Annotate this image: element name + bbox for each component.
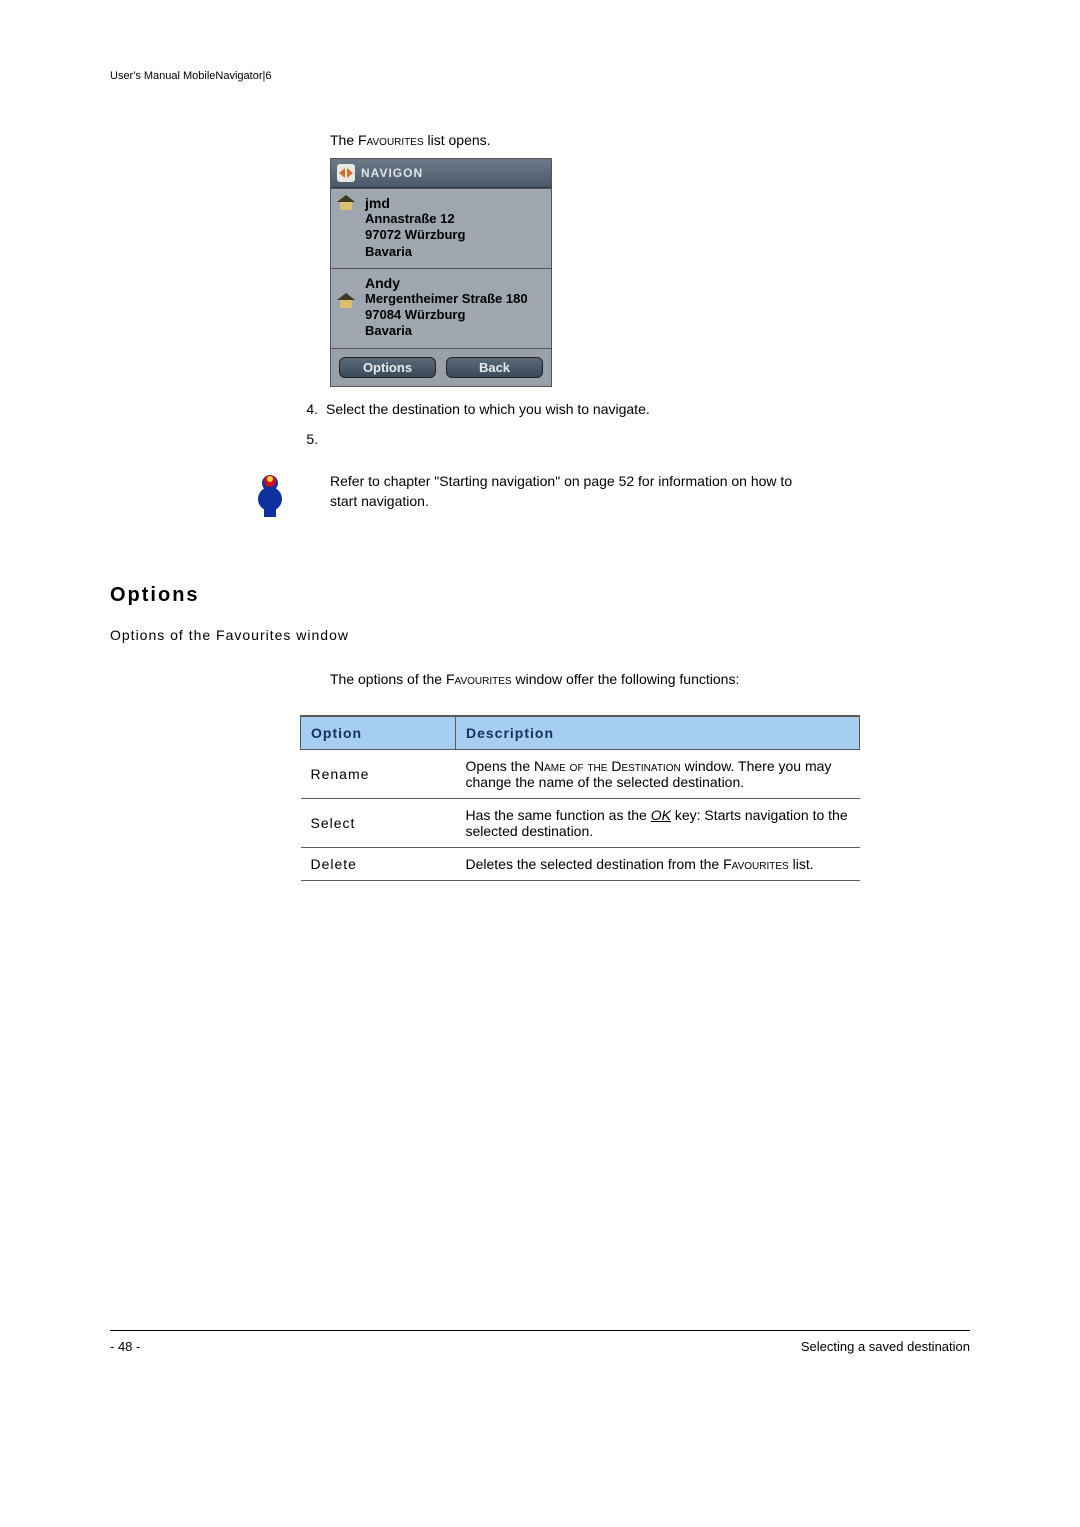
options-intro: The options of the Favourites window off…: [330, 671, 970, 687]
page-footer: - 48 - Selecting a saved destination: [110, 1330, 970, 1354]
favourite-address-line: Bavaria: [365, 244, 543, 260]
options-heading: Options: [110, 584, 970, 607]
intro-favourites: Favourites: [358, 132, 424, 148]
td-description: Has the same function as the OK key: Sta…: [456, 798, 860, 847]
step-5: 5.: [290, 431, 970, 447]
favourite-item-andy[interactable]: Andy Mergentheimer Straße 180 97084 Würz…: [331, 269, 551, 349]
desc-text: Opens the: [466, 758, 535, 774]
favourite-address-line: Bavaria: [365, 323, 543, 339]
td-option-select: Select: [301, 798, 456, 847]
th-description: Description: [456, 716, 860, 750]
favourites-screenshot: NAVIGON jmd Annastraße 12 97072 Würzburg…: [330, 158, 552, 387]
favourite-name: jmd: [365, 195, 543, 211]
td-description: Deletes the selected destination from th…: [456, 847, 860, 880]
hint-person-icon: [250, 471, 310, 524]
favourite-name: Andy: [365, 275, 543, 291]
navigon-logo-icon: [337, 164, 355, 182]
intro-line: The Favourites list opens.: [330, 132, 970, 148]
favourite-item-jmd[interactable]: jmd Annastraße 12 97072 Würzburg Bavaria: [331, 188, 551, 269]
favourite-address-line: 97072 Würzburg: [365, 227, 543, 243]
home-icon: [337, 195, 355, 211]
page: User's Manual MobileNavigator|6 The Favo…: [0, 0, 1080, 1400]
navigon-brand: NAVIGON: [361, 166, 423, 180]
options-intro-favourites: Favourites: [446, 671, 512, 687]
th-option: Option: [301, 716, 456, 750]
favourite-address-line: Annastraße 12: [365, 211, 543, 227]
page-header: User's Manual MobileNavigator|6: [110, 70, 970, 82]
navigon-titlebar: NAVIGON: [331, 159, 551, 188]
td-description: Opens the Name of the Destination window…: [456, 749, 860, 798]
table-header-row: Option Description: [301, 716, 860, 750]
desc-smallcaps: Favourites: [723, 856, 789, 872]
step-text: Select the destination to which you wish…: [326, 401, 650, 417]
options-softkey[interactable]: Options: [339, 357, 436, 378]
softkey-row: Options Back: [331, 349, 551, 386]
options-intro-prefix: The options of the: [330, 671, 446, 687]
home-icon: [337, 293, 355, 309]
intro-suffix: list opens.: [424, 132, 491, 148]
td-option-delete: Delete: [301, 847, 456, 880]
desc-text: list.: [789, 856, 814, 872]
table-row: Delete Deletes the selected destination …: [301, 847, 860, 880]
options-intro-suffix: window offer the following functions:: [512, 671, 740, 687]
step-number: 4.: [290, 401, 318, 417]
desc-text: Deletes the selected destination from th…: [466, 856, 724, 872]
desc-text: Has the same function as the: [466, 807, 651, 823]
note-row: Refer to chapter "Starting navigation" o…: [110, 471, 970, 524]
intro-prefix: The: [330, 132, 358, 148]
back-softkey[interactable]: Back: [446, 357, 543, 378]
table-row: Rename Opens the Name of the Destination…: [301, 749, 860, 798]
favourite-address-line: Mergentheimer Straße 180: [365, 291, 543, 307]
note-text: Refer to chapter "Starting navigation" o…: [330, 471, 800, 512]
table-row: Select Has the same function as the OK k…: [301, 798, 860, 847]
favourite-address-line: 97084 Würzburg: [365, 307, 543, 323]
desc-smallcaps: Name of the Destination: [534, 758, 681, 774]
options-table: Option Description Rename Opens the Name…: [300, 715, 860, 881]
step-4: 4. Select the destination to which you wi…: [290, 401, 970, 417]
ok-key-text: OK: [651, 807, 671, 823]
td-option-rename: Rename: [301, 749, 456, 798]
options-subheading: Options of the Favourites window: [110, 627, 970, 643]
footer-section: Selecting a saved destination: [801, 1339, 970, 1354]
page-number: - 48 -: [110, 1339, 140, 1354]
step-number: 5.: [290, 431, 318, 447]
